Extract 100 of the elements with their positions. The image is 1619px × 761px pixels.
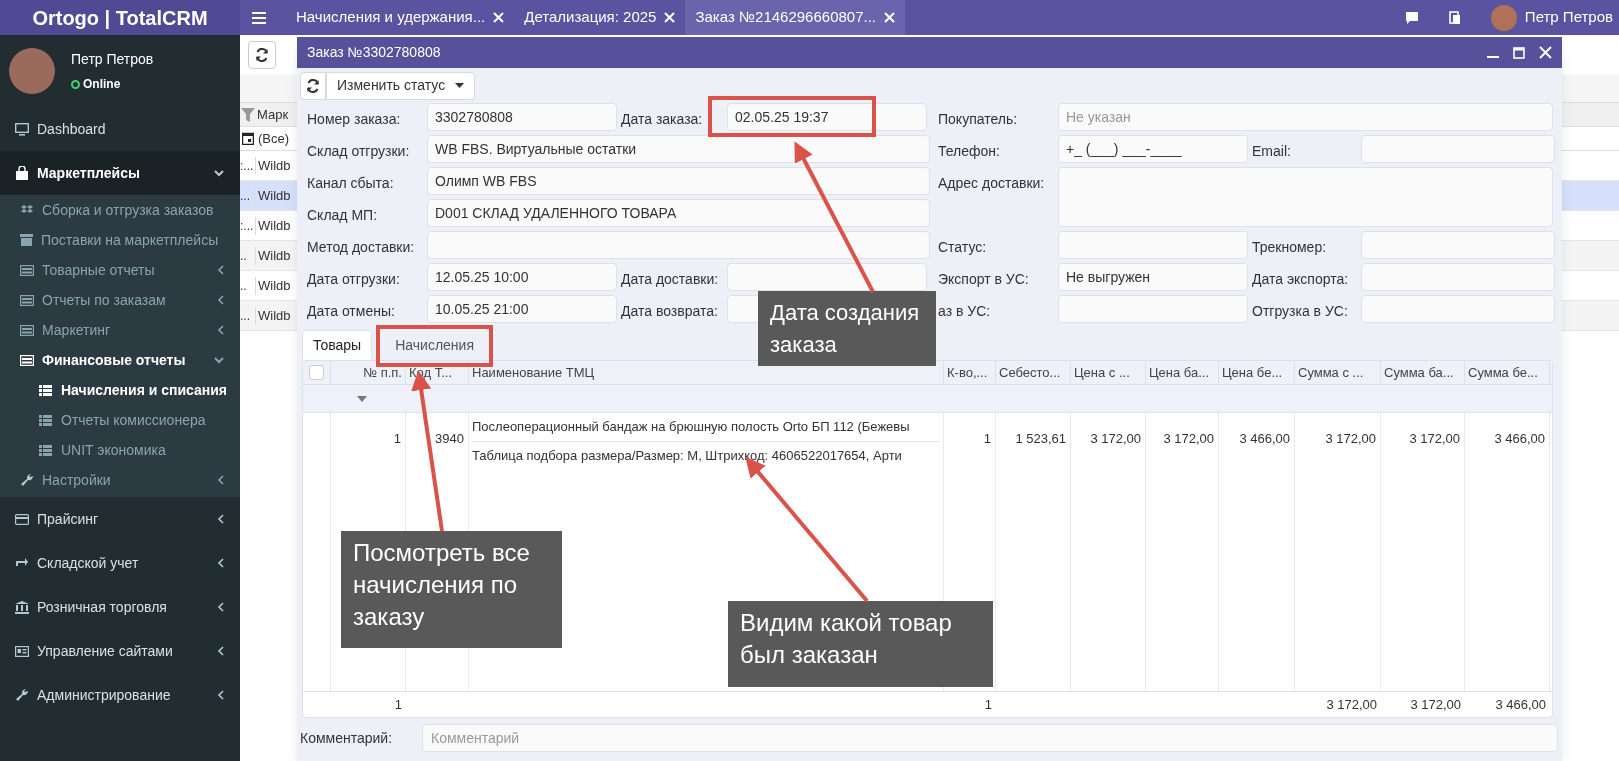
input-field[interactable] (1361, 135, 1555, 163)
dropdown-arrow-icon[interactable] (357, 395, 367, 402)
sidebar-item[interactable]: Администрирование (0, 673, 240, 717)
column-header[interactable]: Марк (257, 104, 289, 125)
column-header[interactable]: Цена бе... (1219, 361, 1295, 384)
column-header[interactable]: К-во,... (944, 361, 996, 384)
input-field[interactable] (1361, 231, 1555, 259)
wrench-icon (20, 473, 34, 487)
calendar-icon[interactable] (242, 132, 254, 145)
chevron-left-icon[interactable] (217, 690, 224, 700)
sidebar-item[interactable]: Отчеты комиссионера (0, 405, 240, 435)
id-card-icon (15, 645, 29, 657)
tab[interactable]: Начисления (384, 330, 485, 360)
column-header[interactable]: Цена с ... (1071, 361, 1146, 384)
tab[interactable]: Начисления и удержания... (286, 0, 515, 35)
menu-icon[interactable] (252, 11, 266, 24)
user-name[interactable]: Петр Петров (1524, 6, 1613, 29)
table-cell: 3 172,00 (1295, 413, 1381, 469)
tab[interactable]: Товары (302, 330, 373, 360)
column-header[interactable]: Сумма с ... (1295, 361, 1381, 384)
sidebar-item[interactable]: Начисления и списания (0, 375, 240, 405)
wrench-icon (15, 688, 29, 702)
sidebar-item[interactable]: Товарные отчеты (0, 255, 240, 285)
sidebar-item[interactable]: Прайсинг (0, 497, 240, 541)
comment-field[interactable]: Комментарий (422, 724, 1558, 752)
field-label: Дата заказа: (620, 110, 704, 129)
chevron-down-icon[interactable] (214, 169, 224, 177)
column-header[interactable]: № п.п. (331, 361, 406, 384)
table-cell: 3 172,00 (1146, 413, 1219, 469)
input-field[interactable] (1058, 295, 1248, 323)
chevron-left-icon[interactable] (217, 646, 224, 656)
column-header[interactable]: Цена ба... (1146, 361, 1219, 384)
column-header[interactable]: Сумма бе... (1465, 361, 1550, 384)
sidebar-item[interactable]: Маркетинг (0, 315, 240, 345)
refresh-button[interactable] (248, 41, 276, 69)
sidebar-item[interactable]: Управление сайтами (0, 629, 240, 673)
sidebar-item[interactable]: Отчеты по заказам (0, 285, 240, 315)
input-field[interactable] (1058, 231, 1248, 259)
input-field[interactable]: D001 СКЛАД УДАЛЕННОГО ТОВАРА (427, 199, 930, 227)
input-field[interactable] (1361, 295, 1555, 323)
list-icon (39, 384, 52, 396)
input-field[interactable]: Не указан (1058, 103, 1553, 131)
refresh-button[interactable] (300, 71, 326, 100)
input-field[interactable]: 12.05.25 10:00 (427, 263, 617, 291)
field-label: Дата возврата: (620, 302, 719, 321)
column-header[interactable]: Сумма ба... (1381, 361, 1465, 384)
filter-value[interactable]: (Все) (258, 128, 290, 149)
input-field[interactable]: WB FBS. Виртуальные остатки (427, 135, 930, 163)
sidebar-item[interactable]: Dashboard (0, 107, 240, 151)
maximize-icon[interactable] (1513, 46, 1525, 59)
input-field[interactable] (1361, 263, 1555, 291)
input-field[interactable]: 02.05.25 19:37 (727, 103, 927, 131)
sidebar-item[interactable]: Настройки (0, 465, 240, 495)
input-field[interactable]: 3302780808 (427, 103, 617, 131)
sidebar-item[interactable]: Складской учет (0, 541, 240, 585)
chevron-left-icon[interactable] (217, 265, 224, 275)
field-label: Склад МП: (307, 206, 379, 225)
chevron-left-icon[interactable] (217, 602, 224, 612)
address-field[interactable] (1058, 167, 1553, 227)
document-icon[interactable] (1448, 10, 1461, 25)
field-label: Номер заказа: (307, 110, 402, 129)
sidebar-item[interactable]: Сборка и отгрузка заказов (0, 195, 240, 225)
app-logo[interactable]: Ortogo | TotalCRM (0, 0, 240, 35)
chat-icon[interactable] (1404, 10, 1419, 25)
input-field[interactable]: Не выгружен (1058, 263, 1248, 291)
caret-icon (455, 83, 465, 88)
close-icon[interactable] (664, 12, 676, 23)
close-icon[interactable] (493, 12, 505, 23)
window-title: Заказ №3302780808 (307, 43, 441, 62)
input-field[interactable]: +_ (___) ___-____ (1058, 135, 1248, 163)
chevron-down-icon[interactable] (214, 356, 224, 364)
table-cell: :... (240, 216, 256, 235)
list-icon (39, 414, 52, 426)
input-field[interactable]: Олимп WB FBS (427, 167, 930, 195)
chevron-left-icon[interactable] (217, 514, 224, 524)
sidebar-item[interactable]: UNIT экономика (0, 435, 240, 465)
avatar-icon (9, 48, 55, 94)
tab[interactable]: Заказ №2146296660807... (685, 0, 905, 35)
chevron-left-icon[interactable] (217, 475, 224, 485)
field-label: Дата доставки: (620, 270, 720, 289)
input-field[interactable] (427, 231, 930, 259)
sidebar-item[interactable]: Финансовые отчеты (0, 345, 240, 375)
column-header[interactable]: Себесто... (996, 361, 1071, 384)
boxes-icon (20, 204, 34, 216)
input-field[interactable] (727, 263, 927, 291)
close-icon[interactable] (1539, 46, 1552, 59)
table-cell-text: 3 466,00 (1494, 695, 1547, 714)
sidebar-item[interactable]: Маркетплейсы (0, 151, 240, 195)
sidebar-item[interactable]: Поставки на маркетплейсы (0, 225, 240, 255)
checkbox[interactable] (309, 365, 324, 380)
chevron-left-icon[interactable] (217, 558, 224, 568)
close-icon[interactable] (884, 12, 895, 23)
field-label: Отгрузка в УС: (1251, 302, 1349, 321)
change-status-button[interactable]: Изменить статус (326, 71, 476, 100)
chevron-left-icon[interactable] (217, 325, 224, 335)
tab[interactable]: Детализация: 2025 (514, 0, 686, 35)
input-field[interactable]: 10.05.25 21:00 (427, 295, 617, 323)
sidebar-item[interactable]: Розничная торговля (0, 585, 240, 629)
table-cell: 3 466,00 (1219, 413, 1295, 469)
chevron-left-icon[interactable] (217, 295, 224, 305)
